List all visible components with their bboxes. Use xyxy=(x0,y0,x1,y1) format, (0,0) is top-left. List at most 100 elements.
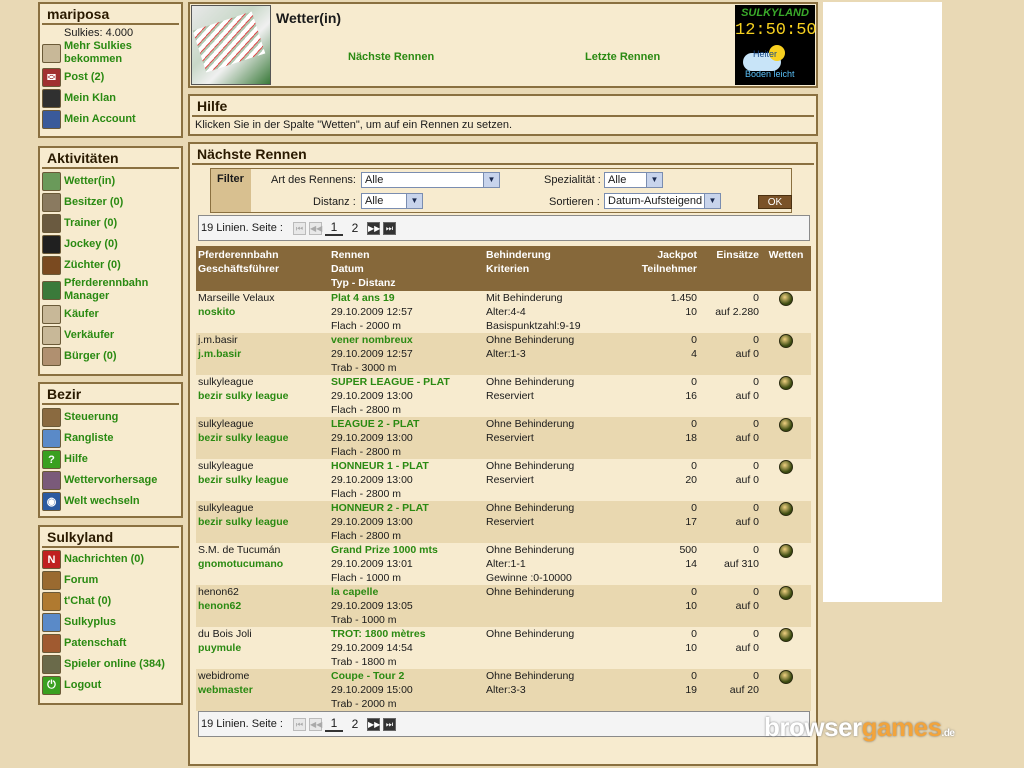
place-bet-icon[interactable] xyxy=(779,628,793,642)
nav-next-races[interactable]: Nächste Rennen xyxy=(348,51,434,63)
sidebar-item-account[interactable]: Mein Account xyxy=(40,109,181,130)
sidebar-item-betting[interactable]: Wetter(in) xyxy=(40,171,181,192)
sidebar-item-ranking[interactable]: Rangliste xyxy=(40,428,181,449)
next-page-icon[interactable]: ▶▶ xyxy=(366,221,380,235)
sidebar-item-globe[interactable]: ◉ Welt wechseln xyxy=(40,491,181,512)
race-link[interactable]: LEAGUE 2 - PLAT xyxy=(331,417,482,431)
jackpot-value: 0 xyxy=(691,418,697,430)
manager-link[interactable]: bezir sulky league xyxy=(198,515,327,529)
race-link[interactable]: TROT: 1800 mètres xyxy=(331,627,482,641)
last-page-icon[interactable]: ⏭ xyxy=(382,717,396,731)
sidebar-item-trainer[interactable]: Trainer (0) xyxy=(40,213,181,234)
page-2-link[interactable]: 2 xyxy=(346,221,364,235)
distance-select[interactable]: Alle ▼ xyxy=(361,193,423,209)
place-bet-icon[interactable] xyxy=(779,418,793,432)
sidebar-item-jockey[interactable]: Jockey (0) xyxy=(40,234,181,255)
chevron-down-icon: ▼ xyxy=(483,173,499,187)
runners-count: 10 xyxy=(685,306,697,318)
manager-link[interactable]: j.m.basir xyxy=(198,347,327,361)
last-page-icon[interactable]: ⏭ xyxy=(382,221,396,235)
sidebar-item-forum[interactable]: Forum xyxy=(40,570,181,591)
ranking-icon xyxy=(42,429,61,448)
place-bet-icon[interactable] xyxy=(779,670,793,684)
race-date: 29.10.2009 15:00 xyxy=(331,684,413,696)
criteria-text: Alter:1-1 xyxy=(486,558,526,570)
race-link[interactable]: Grand Prize 1000 mts xyxy=(331,543,482,557)
place-bet-icon[interactable] xyxy=(779,544,793,558)
filter-ok-button[interactable]: OK xyxy=(758,195,792,209)
sidebar-item-owner[interactable]: Besitzer (0) xyxy=(40,192,181,213)
race-link[interactable]: HONNEUR 1 - PLAT xyxy=(331,459,482,473)
manager-link[interactable]: bezir sulky league xyxy=(198,389,327,403)
betting-icon xyxy=(42,172,61,191)
sidebar-item-horseshoe[interactable]: Mein Klan xyxy=(40,88,181,109)
races-table: Pferderennbahn Geschäftsführer Rennen Da… xyxy=(196,246,811,711)
place-bet-icon[interactable] xyxy=(779,376,793,390)
sidebar-item-sponsor[interactable]: Patenschaft xyxy=(40,633,181,654)
race-date: 29.10.2009 12:57 xyxy=(331,348,413,360)
sidebar-item-players[interactable]: Spieler online (384) xyxy=(40,654,181,675)
table-row: henon62 henon62 la capelle 29.10.2009 13:05… xyxy=(196,585,811,627)
race-link[interactable]: Coupe - Tour 2 xyxy=(331,669,482,683)
horseshoe-icon xyxy=(42,89,61,108)
page-1-link[interactable]: 1 xyxy=(324,716,343,732)
race-link[interactable]: HONNEUR 2 - PLAT xyxy=(331,501,482,515)
weather-icon xyxy=(42,471,61,490)
sidebar-item-chat[interactable]: t'Chat (0) xyxy=(40,591,181,612)
race-type-distance: Trab - 1800 m xyxy=(331,656,397,668)
stakes-value: 0 xyxy=(753,628,759,640)
place-bet-icon[interactable] xyxy=(779,586,793,600)
col-handicap-criteria: Behinderung Kriterien xyxy=(484,246,599,291)
place-bet-icon[interactable] xyxy=(779,502,793,516)
track-name: webidrome xyxy=(198,670,250,682)
sidebar-item-control[interactable]: Steuerung xyxy=(40,407,181,428)
manager-link[interactable]: bezir sulky league xyxy=(198,473,327,487)
handicap-text: Ohne Behinderung xyxy=(486,334,575,346)
sidebar-item-weather[interactable]: Wettervorhersage xyxy=(40,470,181,491)
place-bet-icon[interactable] xyxy=(779,334,793,348)
sidebar-item-coin[interactable]: Mehr Sulkies bekommen xyxy=(40,39,181,67)
sidebar-item-power[interactable]: ⏻ Logout xyxy=(40,675,181,696)
sidebar-item-label: Logout xyxy=(64,679,102,691)
next-page-icon[interactable]: ▶▶ xyxy=(366,717,380,731)
nav-last-races[interactable]: Letzte Rennen xyxy=(585,51,660,63)
table-row: du Bois Joli puymule TROT: 1800 mètres 29.1… xyxy=(196,627,811,669)
sidebar-item-racetrack[interactable]: Pferderennbahn Manager xyxy=(40,276,181,304)
speciality-select[interactable]: Alle ▼ xyxy=(604,172,663,188)
sidebar-item-news[interactable]: N Nachrichten (0) xyxy=(40,549,181,570)
race-link[interactable]: vener nombreux xyxy=(331,333,482,347)
sidebar-item-label: Züchter (0) xyxy=(64,259,121,271)
sidebar-item-plus[interactable]: Sulkyplus xyxy=(40,612,181,633)
race-link[interactable]: SUPER LEAGUE - PLAT xyxy=(331,375,482,389)
place-bet-icon[interactable] xyxy=(779,460,793,474)
manager-link[interactable]: gnomotucumano xyxy=(198,557,327,571)
sidebar-item-seller[interactable]: Verkäufer xyxy=(40,325,181,346)
sidebar-item-citizen[interactable]: Bürger (0) xyxy=(40,346,181,367)
page-1-link[interactable]: 1 xyxy=(324,220,343,236)
sidebar-item-mail[interactable]: ✉ Post (2) xyxy=(40,67,181,88)
manager-link[interactable]: webmaster xyxy=(198,683,327,697)
place-bet-icon[interactable] xyxy=(779,292,793,306)
race-date: 29.10.2009 14:54 xyxy=(331,642,413,654)
page-2-link[interactable]: 2 xyxy=(346,717,364,731)
manager-link[interactable]: noskito xyxy=(198,305,327,319)
runners-count: 16 xyxy=(685,390,697,402)
manager-link[interactable]: puymule xyxy=(198,641,327,655)
sort-select[interactable]: Datum-Aufsteigend ▼ xyxy=(604,193,721,209)
user-panel: mariposa Sulkies: 4.000 Mehr Sulkies bek… xyxy=(38,2,183,138)
race-type-select[interactable]: Alle ▼ xyxy=(361,172,500,188)
user-menu: Mehr Sulkies bekommen ✉ Post (2) Mein Klan M… xyxy=(40,39,181,130)
race-link[interactable]: Plat 4 ans 19 xyxy=(331,291,482,305)
race-link[interactable]: la capelle xyxy=(331,585,482,599)
manager-link[interactable]: bezir sulky league xyxy=(198,431,327,445)
runners-count: 10 xyxy=(685,600,697,612)
players-icon xyxy=(42,655,61,674)
sidebar-item-label: Wetter(in) xyxy=(64,175,116,187)
manager-link[interactable]: henon62 xyxy=(198,599,327,613)
sidebar-item-help[interactable]: ? Hilfe xyxy=(40,449,181,470)
stakes-total: auf 0 xyxy=(735,642,759,654)
sidebar-item-breeder[interactable]: Züchter (0) xyxy=(40,255,181,276)
sidebar-item-buyer[interactable]: Käufer xyxy=(40,304,181,325)
criteria-text: Alter:4-4 xyxy=(486,306,526,318)
table-row: sulkyleague bezir sulky league HONNEUR 1 -… xyxy=(196,459,811,501)
